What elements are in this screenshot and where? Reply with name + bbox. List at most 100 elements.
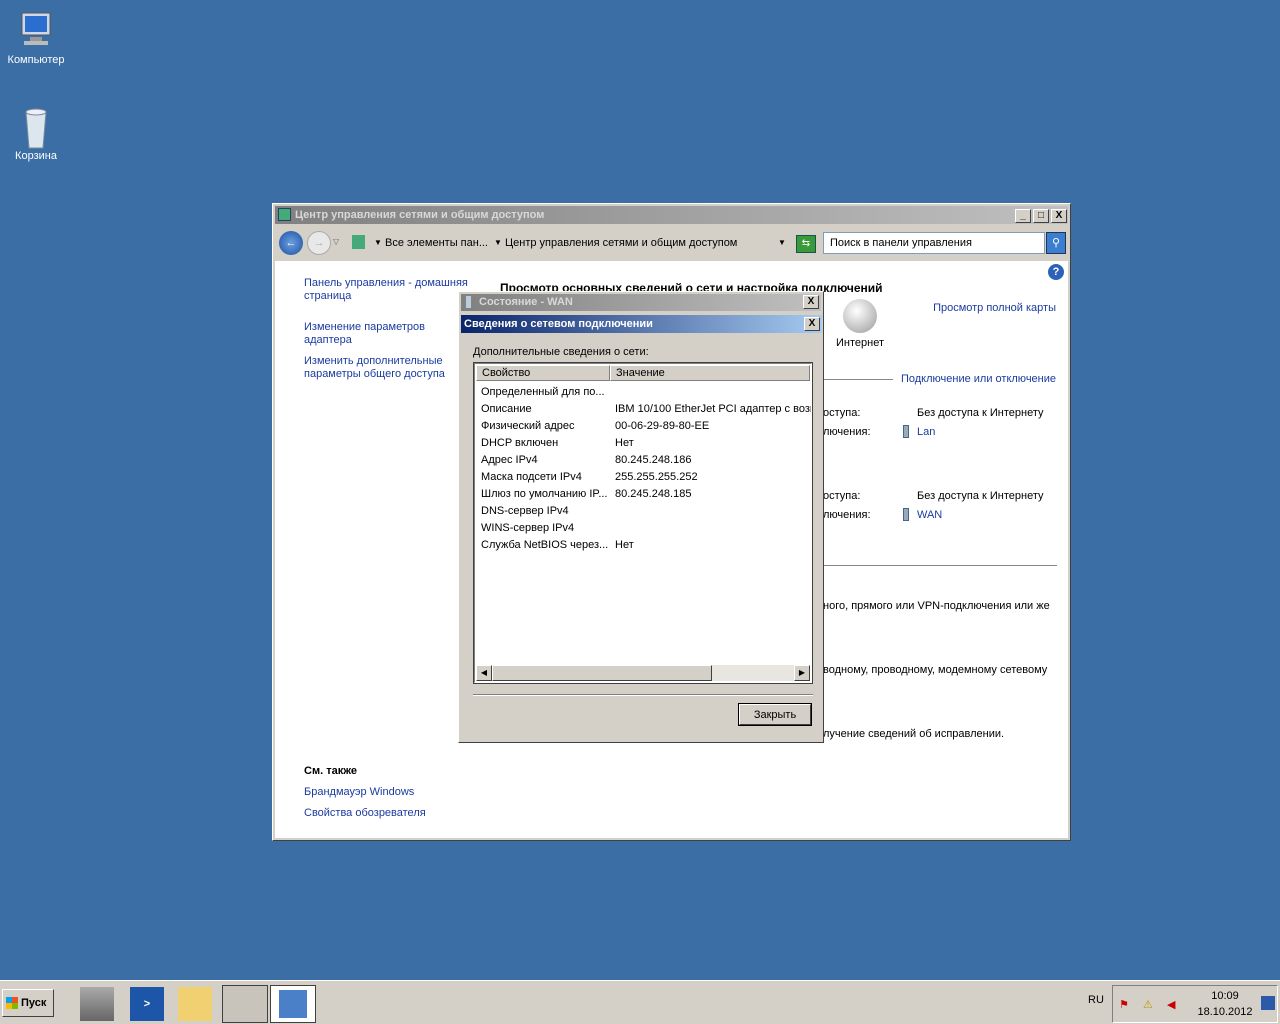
globe-icon	[843, 299, 877, 333]
details-label: Дополнительные сведения о сети:	[473, 346, 649, 358]
divider	[823, 379, 893, 380]
taskbar-window-button[interactable]	[222, 985, 268, 1023]
table-row[interactable]: DHCP включен Нет	[475, 435, 811, 452]
details-dialog-title: Сведения о сетевом подключении	[464, 318, 653, 330]
property-cell: Шлюз по умолчанию IP...	[481, 488, 608, 500]
close-button[interactable]: X	[1051, 209, 1067, 223]
desktop-icon-computer[interactable]: Компьютер	[0, 10, 72, 66]
refresh-button[interactable]: ⇆	[796, 235, 816, 253]
desktop-icon-label: Компьютер	[7, 54, 65, 66]
scroll-right-button[interactable]: ▶	[794, 665, 810, 681]
table-row[interactable]: Служба NetBIOS через... Нет	[475, 537, 811, 554]
help-icon[interactable]: ?	[1048, 264, 1064, 280]
breadcrumb-network-center[interactable]: Центр управления сетями и общим доступом	[505, 231, 737, 255]
view-full-map-link[interactable]: Просмотр полной карты	[933, 302, 1056, 314]
property-cell: Адрес IPv4	[481, 454, 538, 466]
internet-label: Интернет	[836, 337, 884, 349]
connections-label: лючения:	[823, 426, 871, 438]
table-row[interactable]: Описание IBM 10/100 EtherJet PCI адаптер …	[475, 401, 811, 418]
server-manager-icon[interactable]	[80, 987, 114, 1021]
powershell-icon[interactable]: >	[130, 987, 164, 1021]
horizontal-scrollbar[interactable]: ◀ ▶	[476, 665, 810, 681]
task-text: лучение сведений об исправлении.	[823, 728, 1005, 740]
details-close-x-button[interactable]: X	[804, 317, 820, 331]
forward-button[interactable]: →	[307, 231, 331, 255]
chevron-icon: ▼	[494, 238, 502, 247]
window-title: Центр управления сетями и общим доступом	[295, 209, 545, 221]
windows-logo-icon	[6, 997, 18, 1009]
table-row[interactable]: DNS-сервер IPv4	[475, 503, 811, 520]
access-type-value: Без доступа к Интернету	[917, 490, 1044, 502]
divider	[823, 565, 1057, 566]
window-titlebar[interactable]: Центр управления сетями и общим доступом…	[275, 206, 1068, 224]
maximize-button[interactable]: □	[1033, 209, 1049, 223]
table-row[interactable]: Определенный для по...	[475, 384, 811, 401]
chevron-icon: ▼	[374, 238, 382, 247]
link-browser-properties[interactable]: Свойства обозревателя	[304, 807, 426, 819]
property-cell: Описание	[481, 403, 532, 415]
status-dialog-title: Состояние - WAN	[479, 296, 573, 308]
recycle-bin-icon	[16, 106, 56, 149]
connection-link-lan[interactable]: Lan	[917, 426, 935, 438]
sidebar-link-sharing-settings[interactable]: Изменить дополнительные параметры общего…	[304, 355, 454, 381]
table-row[interactable]: WINS-сервер IPv4	[475, 520, 811, 537]
column-header-value[interactable]: Значение	[610, 365, 810, 381]
status-close-button[interactable]: X	[803, 295, 819, 309]
ethernet-icon	[466, 296, 471, 308]
action-center-icon[interactable]: ⚑	[1119, 998, 1129, 1011]
minimize-button[interactable]: _	[1015, 209, 1031, 223]
network-warning-icon[interactable]: ⚠	[1143, 998, 1153, 1011]
close-button[interactable]: Закрыть	[738, 703, 812, 726]
desktop-icon-recycle-bin[interactable]: Корзина	[0, 106, 72, 162]
search-icon[interactable]: ⚲	[1046, 232, 1066, 254]
taskbar: Пуск > RU ⚑ ⚠ ◀ 10:09 18.10.2012	[0, 980, 1280, 1024]
value-cell: Нет	[615, 437, 634, 449]
sidebar-link-home[interactable]: Панель управления - домашняя страница	[304, 277, 474, 303]
network-icon	[278, 208, 291, 221]
access-type-label: оступа:	[823, 407, 861, 419]
language-indicator[interactable]: RU	[1088, 994, 1104, 1006]
value-cell: 80.245.248.186	[615, 454, 692, 466]
volume-muted-icon[interactable]: ◀	[1167, 998, 1175, 1011]
connection-link-wan[interactable]: WAN	[917, 509, 942, 521]
property-cell: DHCP включен	[481, 437, 559, 449]
status-dialog-titlebar[interactable]: Состояние - WAN X	[461, 294, 821, 311]
connections-label: лючения:	[823, 509, 871, 521]
details-list[interactable]: Свойство Значение Определенный для по...…	[473, 362, 813, 684]
back-button[interactable]: ←	[279, 231, 303, 255]
table-row[interactable]: Адрес IPv4 80.245.248.186	[475, 452, 811, 469]
show-desktop-icon[interactable]	[1261, 996, 1275, 1010]
explorer-icon[interactable]	[178, 987, 212, 1021]
property-cell: Служба NetBIOS через...	[481, 539, 609, 551]
table-row[interactable]: Физический адрес 00-06-29-89-80-EE	[475, 418, 811, 435]
scrollbar-thumb[interactable]	[492, 665, 712, 681]
value-cell: 80.245.248.185	[615, 488, 692, 500]
access-type-value: Без доступа к Интернету	[917, 407, 1044, 419]
value-cell: 00-06-29-89-80-EE	[615, 420, 710, 432]
breadcrumb-all-items[interactable]: Все элементы пан...	[385, 231, 488, 255]
search-input[interactable]: Поиск в панели управления	[823, 232, 1045, 254]
address-dropdown-icon[interactable]: ▼	[778, 231, 786, 255]
network-icon	[352, 235, 365, 249]
table-row[interactable]: Маска подсети IPv4 255.255.255.252	[475, 469, 811, 486]
value-cell: 255.255.255.252	[615, 471, 698, 483]
divider	[473, 694, 813, 696]
clock-time[interactable]: 10:09	[1197, 990, 1253, 1002]
computer-icon	[16, 10, 56, 50]
start-button[interactable]: Пуск	[2, 989, 54, 1017]
column-header-property[interactable]: Свойство	[476, 365, 610, 381]
link-firewall[interactable]: Брандмауэр Windows	[304, 786, 414, 798]
address-bar[interactable]: ▼ Все элементы пан... ▼ Центр управления…	[350, 231, 862, 255]
details-dialog-titlebar[interactable]: Сведения о сетевом подключении X	[461, 315, 822, 333]
connect-disconnect-link[interactable]: Подключение или отключение	[901, 373, 1056, 385]
clock-date[interactable]: 18.10.2012	[1197, 1006, 1253, 1018]
sidebar-link-adapter-settings[interactable]: Изменение параметров адаптера	[304, 321, 434, 347]
start-label: Пуск	[21, 997, 47, 1009]
task-text: водному, проводному, модемному сетевому	[823, 664, 1048, 676]
table-row[interactable]: Шлюз по умолчанию IP... 80.245.248.185	[475, 486, 811, 503]
property-cell: Физический адрес	[481, 420, 575, 432]
scroll-left-button[interactable]: ◀	[476, 665, 492, 681]
see-also-title: См. также	[304, 765, 357, 777]
history-dropdown[interactable]: ▽	[333, 237, 339, 246]
taskbar-network-center-button[interactable]	[270, 985, 316, 1023]
